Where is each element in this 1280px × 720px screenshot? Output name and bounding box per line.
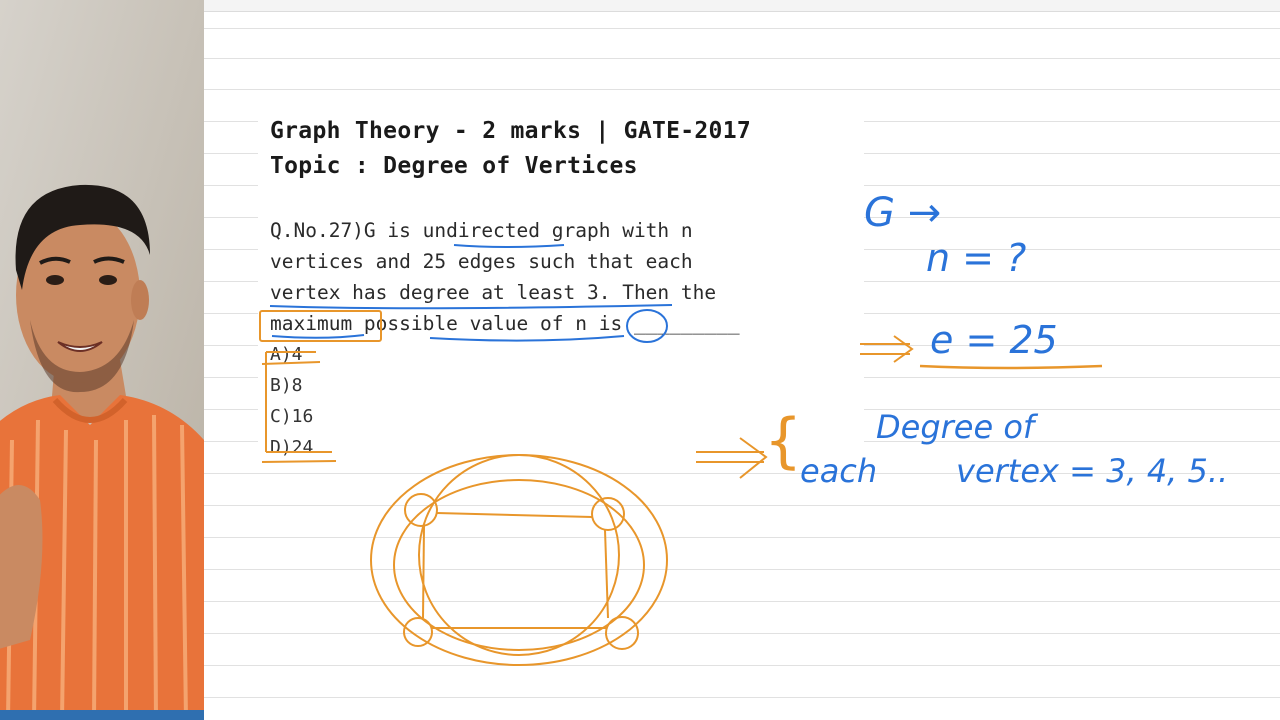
presenter-figure <box>0 0 204 720</box>
underline-degree-3 <box>269 304 673 310</box>
notebook-page: Graph Theory - 2 marks | GATE-2017 Topic… <box>204 0 1280 720</box>
arrow-to-e <box>860 335 914 363</box>
options-bracket <box>265 351 332 453</box>
circle-n <box>626 309 668 343</box>
note-each: each <box>800 452 878 490</box>
ink-annotations <box>259 244 1103 666</box>
note-degree-of: Degree of <box>876 408 1035 446</box>
underline-25-edges <box>453 244 565 248</box>
webcam-border <box>0 710 204 720</box>
graph-drawing <box>370 454 668 666</box>
strike-option-d <box>261 460 337 463</box>
video-frame: Graph Theory - 2 marks | GATE-2017 Topic… <box>0 0 1280 720</box>
strike-option-a <box>261 361 321 365</box>
note-vertex-degree: vertex = 3, 4, 5.. <box>956 452 1229 490</box>
vertex-bottom-left <box>403 617 433 647</box>
note-n-unknown: n = ? <box>926 236 1027 280</box>
presenter-webcam <box>0 0 204 720</box>
underline-e <box>919 364 1103 370</box>
underline-maximum <box>271 334 365 339</box>
vertex-bottom-right <box>605 616 639 650</box>
note-brace: { <box>764 406 803 476</box>
vertex-top-left <box>404 493 438 527</box>
arrow-to-degree <box>696 437 768 479</box>
note-edges: e = 25 <box>930 318 1058 362</box>
underline-possible-value <box>429 335 625 342</box>
note-g-arrow: G → <box>864 190 942 236</box>
